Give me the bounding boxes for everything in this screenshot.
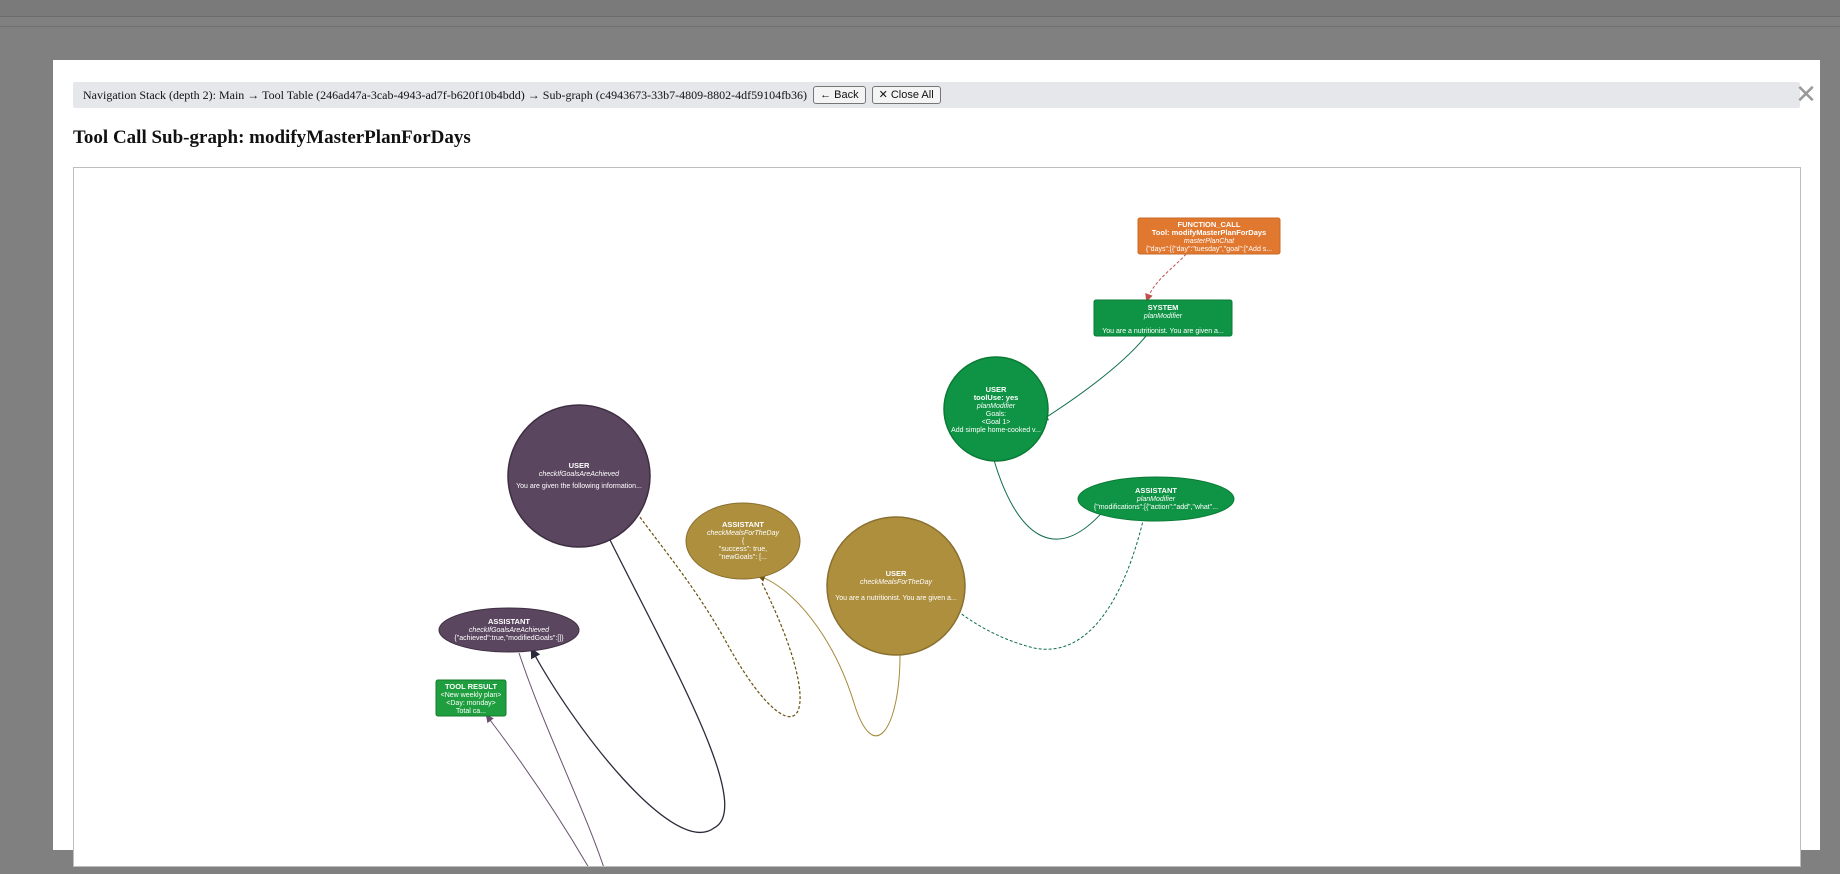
node-assistant-meals-success: "success": true, xyxy=(719,546,767,553)
node-assistant-plan-agent: planModifier xyxy=(1136,496,1176,503)
node-user-check-goals[interactable]: USER checkIfGoalsAreAchieved You are giv… xyxy=(507,404,651,548)
node-user-meals-content: You are a nutritionist. You are given a.… xyxy=(835,595,957,602)
close-all-button[interactable]: ✕ Close All xyxy=(871,86,941,104)
node-system-content: You are a nutritionist. You are given a.… xyxy=(1102,328,1224,335)
node-function-call-tool: Tool: modifyMasterPlanForDays xyxy=(1152,228,1266,237)
node-tool-result-total: Total ca... xyxy=(456,708,486,715)
node-function-call-content: {"days":[{"day":"tuesday","goal":["Add s… xyxy=(1146,246,1272,253)
page-title: Tool Call Sub-graph: modifyMasterPlanFor… xyxy=(73,127,471,148)
node-tool-result-day: <Day: monday> xyxy=(446,700,495,707)
node-assistant-meals-new-goals: "newGoals": [... xyxy=(719,554,767,561)
node-function-call[interactable]: FUNCTION_CALL Tool: modifyMasterPlanForD… xyxy=(1137,217,1281,255)
edge-assistant-plan-to-user-meals xyxy=(940,507,1147,650)
node-function-call-agent: masterPlanChat xyxy=(1184,238,1235,245)
node-user-plan-agent: planModifier xyxy=(976,403,1016,410)
node-user-check-goals-agent: checkIfGoalsAreAchieved xyxy=(539,471,620,478)
edge-user-goals-to-assistant-goals xyxy=(530,539,726,834)
node-user-plan-content: Add simple home-cooked v... xyxy=(951,427,1041,434)
graph-svg[interactable]: FUNCTION_CALL Tool: modifyMasterPlanForD… xyxy=(74,168,1801,867)
node-assistant-meals-type: ASSISTANT xyxy=(722,520,764,529)
node-tool-result-plan: <New weekly plan> xyxy=(441,692,502,699)
node-tool-result-type: TOOL RESULT xyxy=(445,682,498,691)
back-button[interactable]: ← Back xyxy=(813,86,866,104)
edge-assistant-goals-to-outside xyxy=(518,652,604,866)
node-assistant-check-meals[interactable]: ASSISTANT checkMealsForTheDay { "success… xyxy=(685,502,801,580)
subgraph-modal: Navigation Stack (depth 2): Main → Tool … xyxy=(53,60,1820,867)
node-user-meals-agent: checkMealsForTheDay xyxy=(860,579,932,586)
background-divider xyxy=(0,26,1840,27)
node-assistant-goals-type: ASSISTANT xyxy=(488,617,530,626)
navigation-stack-text: Navigation Stack (depth 2): Main → Tool … xyxy=(83,87,808,102)
node-user-meals-type: USER xyxy=(886,569,907,578)
node-tool-result[interactable]: TOOL RESULT <New weekly plan> <Day: mond… xyxy=(435,679,507,717)
node-assistant-plan-modifier[interactable]: ASSISTANT planModifier {"modifications":… xyxy=(1077,476,1235,522)
node-assistant-plan-type: ASSISTANT xyxy=(1135,486,1177,495)
node-assistant-check-goals[interactable]: ASSISTANT checkIfGoalsAreAchieved {"achi… xyxy=(438,607,580,653)
node-assistant-goals-content: {"achieved":true,"modifiedGoals":[]} xyxy=(454,635,564,642)
graph-canvas[interactable]: FUNCTION_CALL Tool: modifyMasterPlanForD… xyxy=(73,167,1801,867)
node-user-check-goals-content: You are given the following information.… xyxy=(516,483,642,490)
node-system[interactable]: SYSTEM planModifier You are a nutritioni… xyxy=(1093,299,1233,337)
node-assistant-meals-agent: checkMealsForTheDay xyxy=(707,530,779,537)
edge-function-call-to-system xyxy=(1145,253,1187,302)
node-assistant-plan-content: {"modifications":[{"action":"add","what"… xyxy=(1094,504,1218,511)
node-user-plan-goal-1: <Goal 1> xyxy=(982,419,1011,426)
node-user-check-goals-type: USER xyxy=(569,461,590,470)
node-user-plan-modifier[interactable]: USER toolUse: yes planModifier Goals: <G… xyxy=(943,356,1049,462)
node-system-agent: planModifier xyxy=(1143,313,1183,320)
background-page-strip xyxy=(0,0,1840,17)
navigation-stack-bar: Navigation Stack (depth 2): Main → Tool … xyxy=(73,82,1800,108)
node-assistant-goals-agent: checkIfGoalsAreAchieved xyxy=(469,627,550,634)
node-system-type: SYSTEM xyxy=(1148,303,1179,312)
node-user-plan-tool-use: toolUse: yes xyxy=(974,393,1019,402)
close-icon[interactable]: ✕ xyxy=(1794,82,1818,108)
node-user-check-meals[interactable]: USER checkMealsForTheDay You are a nutri… xyxy=(826,516,966,656)
edge-system-to-user-plan xyxy=(1040,335,1147,422)
node-user-plan-goals: Goals: xyxy=(986,411,1006,418)
